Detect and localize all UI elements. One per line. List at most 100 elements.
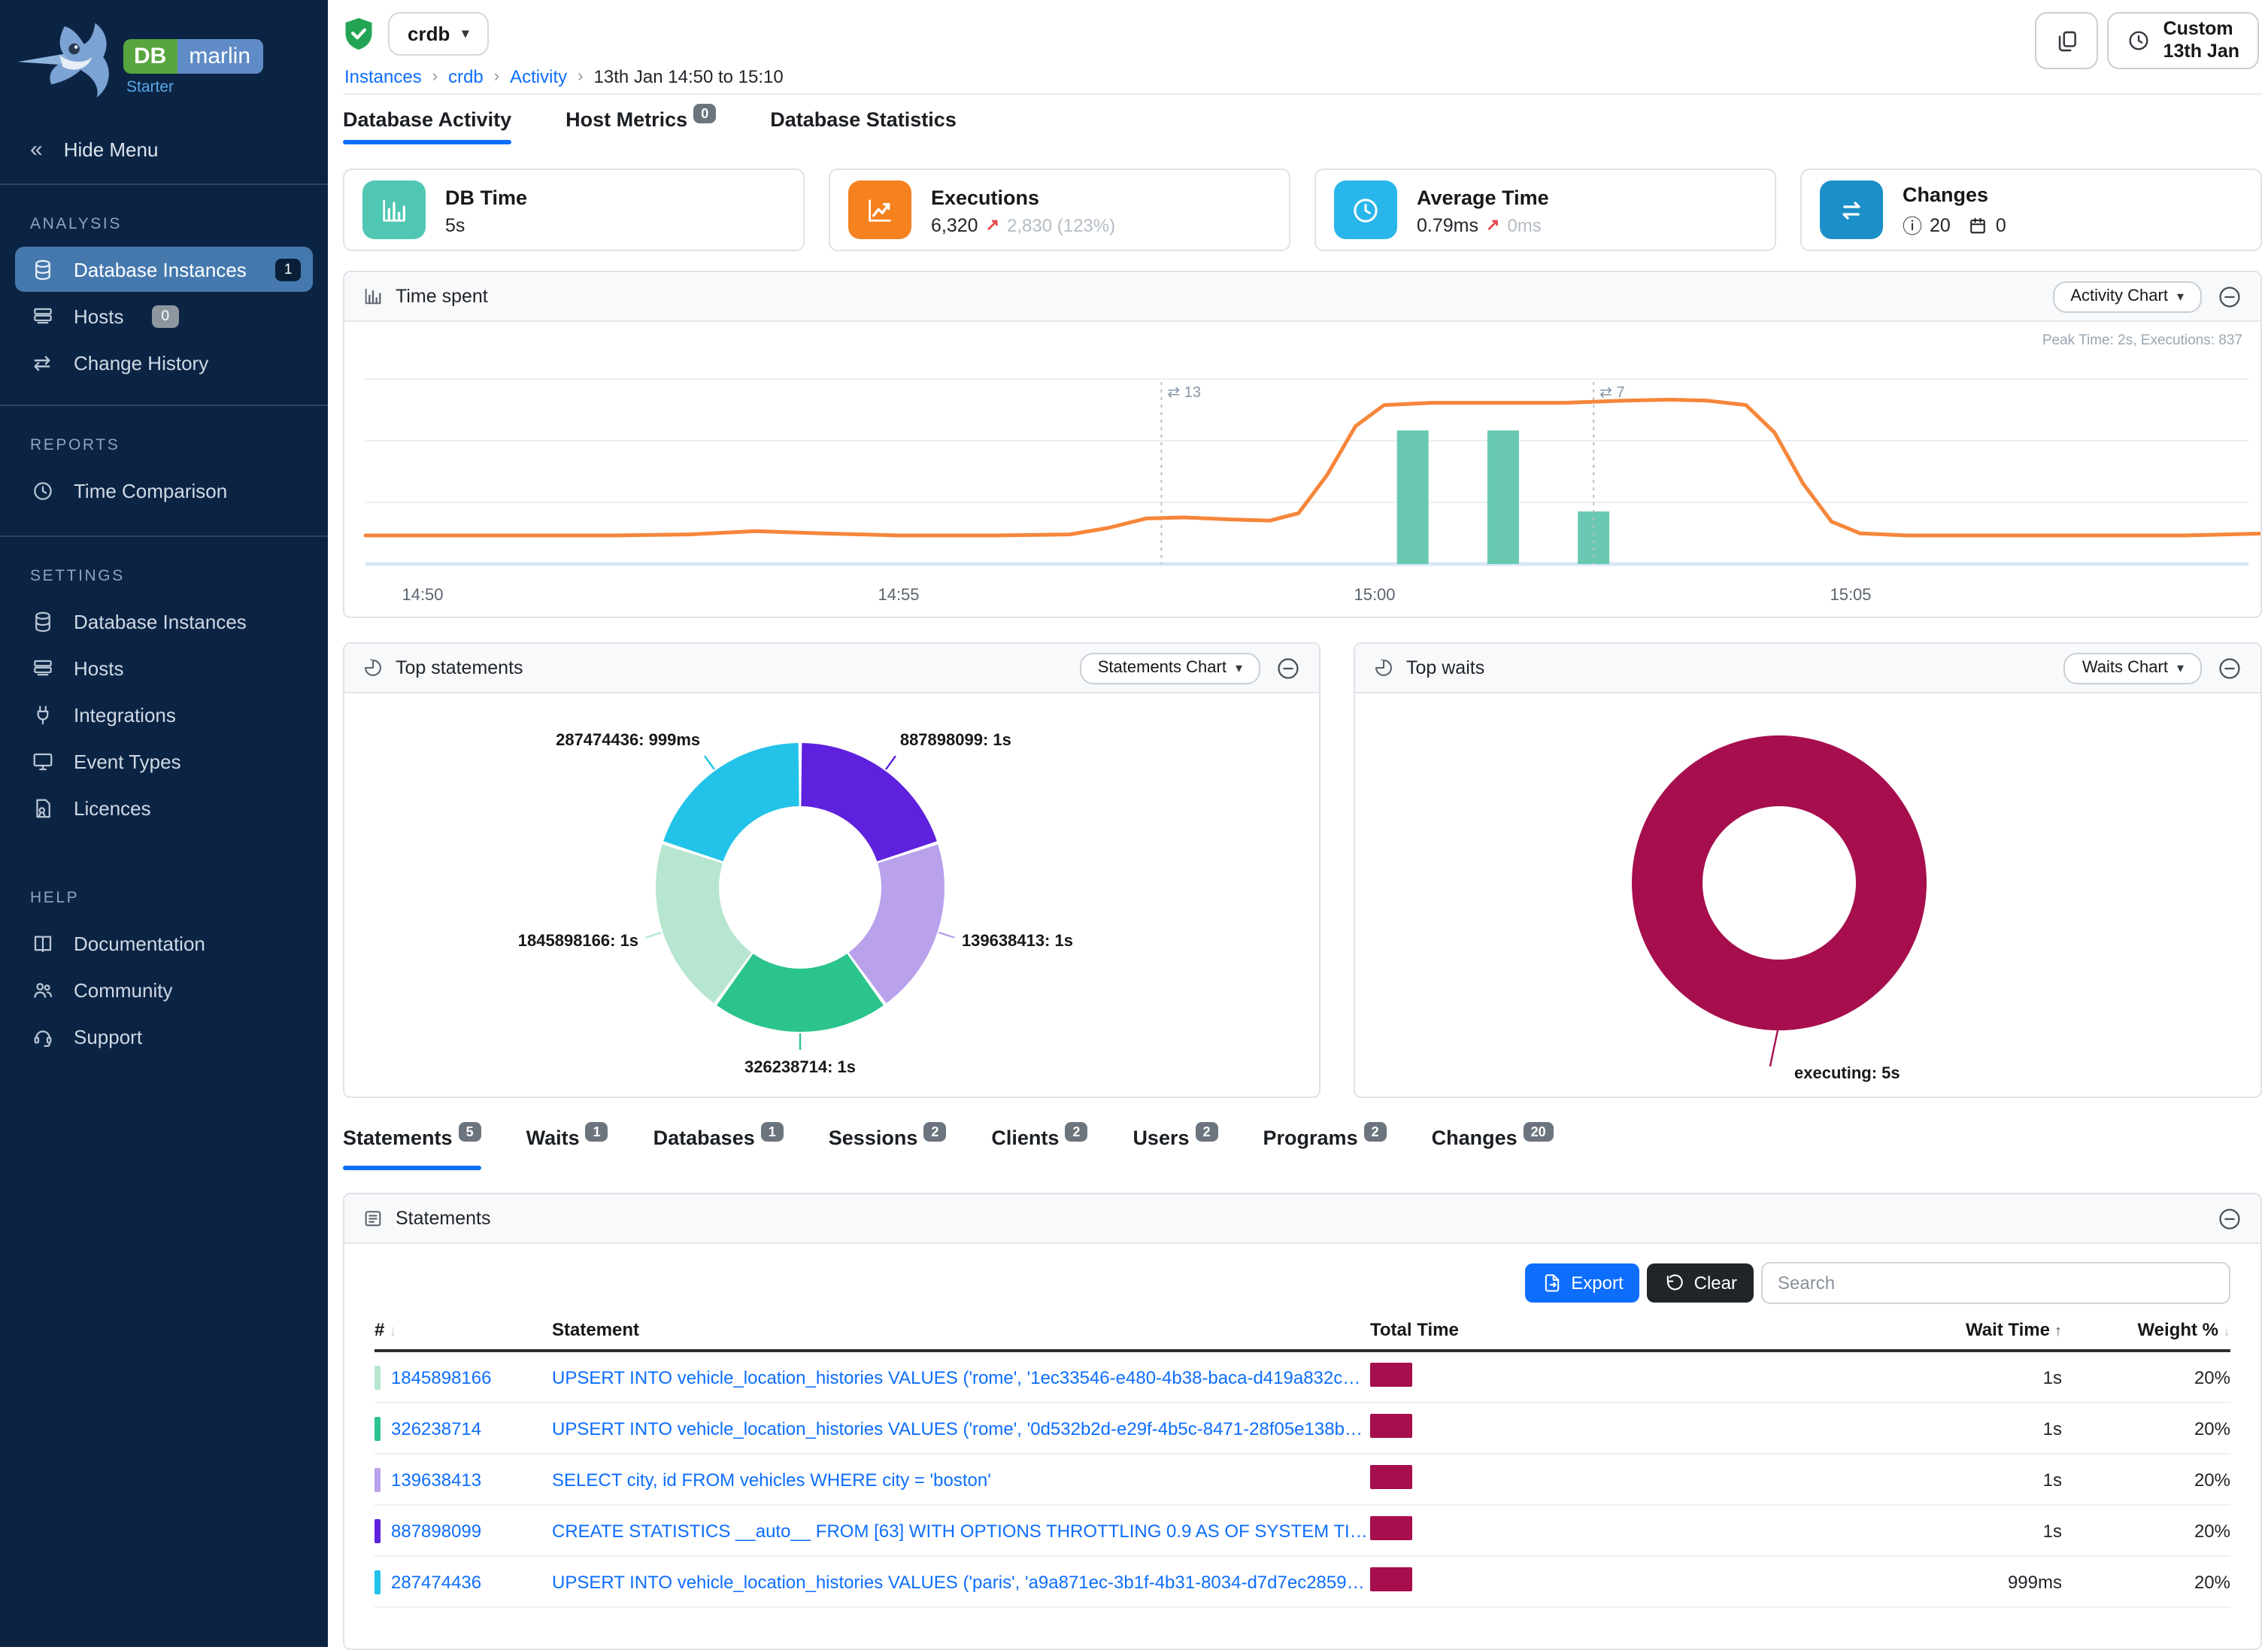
- card-value: 0.79ms: [1417, 214, 1478, 235]
- column-header-weight[interactable]: Weight %↓: [2062, 1319, 2230, 1340]
- brand: DB marlin Starter: [0, 0, 328, 119]
- sidebar-item-integrations[interactable]: Integrations: [15, 692, 313, 737]
- time-range-button[interactable]: Custom 13th Jan: [2108, 12, 2259, 69]
- top-waits-donut-chart[interactable]: executing: 5s: [1355, 693, 2259, 1101]
- wait-time-cell: 1s: [1689, 1469, 2062, 1490]
- sidebar-item-hosts[interactable]: Hosts 0: [15, 293, 313, 338]
- dbmarlin-app: DB marlin Starter « Hide Menu ANALYSIS D…: [0, 0, 2268, 1647]
- statement-link[interactable]: CREATE STATISTICS __auto__ FROM [63] WIT…: [552, 1520, 1370, 1541]
- statement-id-link[interactable]: 1845898166: [391, 1366, 492, 1388]
- sort-icon: ↓: [389, 1324, 396, 1340]
- card-executions: Executions 6,320 ↗ 2,830 (123%): [829, 168, 1290, 251]
- instance-selector-button[interactable]: crdb ▾: [388, 12, 488, 56]
- card-title: DB Time: [445, 184, 527, 215]
- sidebar-item-label: Change History: [74, 351, 208, 374]
- table-header: #↓ Statement Total Time Wait Time↑ Weigh…: [374, 1319, 2230, 1352]
- changes-schedule-count: 0: [1996, 214, 2006, 235]
- hide-menu-button[interactable]: « Hide Menu: [0, 119, 328, 184]
- time-spent-chart[interactable]: ⇄ 13⇄ 714:5014:5515:0015:05: [344, 322, 2260, 621]
- sidebar-item-database-instances-settings[interactable]: Database Instances: [15, 599, 313, 644]
- sidebar-item-change-history[interactable]: ⇄ Change History: [15, 340, 313, 385]
- total-time-bar: [1370, 1414, 1412, 1438]
- tab-programs[interactable]: Programs2: [1263, 1127, 1387, 1170]
- section-title: SETTINGS: [0, 546, 328, 597]
- breadcrumb-instances[interactable]: Instances: [344, 66, 422, 87]
- count-badge: 20: [1524, 1121, 1554, 1141]
- calendar-icon[interactable]: [1967, 214, 1988, 235]
- tab-host-metrics[interactable]: Host Metrics0: [565, 108, 716, 144]
- time-spent-chart-area: Peak Time: 2s, Executions: 837 ⇄ 13⇄ 714…: [344, 322, 2260, 621]
- people-icon: [30, 978, 54, 1002]
- breadcrumb-crdb[interactable]: crdb: [448, 66, 484, 87]
- tab-database-activity[interactable]: Database Activity: [343, 108, 511, 144]
- svg-text:887898099: 1s: 887898099: 1s: [900, 730, 1011, 749]
- weight-cell: 20%: [2062, 1520, 2230, 1541]
- main-tabs: Database Activity Host Metrics0 Database…: [343, 108, 2262, 149]
- tab-clients[interactable]: Clients2: [991, 1127, 1087, 1170]
- statement-id-link[interactable]: 139638413: [391, 1469, 481, 1490]
- monitor-icon: [30, 749, 54, 773]
- tab-database-statistics[interactable]: Database Statistics: [770, 108, 957, 144]
- collapse-panel-icon[interactable]: [2217, 655, 2242, 681]
- hide-menu-label: Hide Menu: [64, 138, 159, 161]
- count-badge: 1: [761, 1121, 784, 1141]
- breadcrumb-activity[interactable]: Activity: [510, 66, 567, 87]
- sidebar-item-hosts-settings[interactable]: Hosts: [15, 645, 313, 690]
- table-row: 287474436 UPSERT INTO vehicle_location_h…: [374, 1557, 2230, 1608]
- statement-link[interactable]: UPSERT INTO vehicle_location_histories V…: [552, 1366, 1370, 1388]
- brand-marlin: marlin: [177, 39, 262, 74]
- export-button[interactable]: Export: [1524, 1263, 1639, 1303]
- column-header-num[interactable]: #↓: [374, 1319, 552, 1340]
- statement-link[interactable]: SELECT city, id FROM vehicles WHERE city…: [552, 1469, 1370, 1490]
- sidebar-item-licences[interactable]: Licences: [15, 785, 313, 830]
- sidebar-item-event-types[interactable]: Event Types: [15, 739, 313, 784]
- svg-text:15:00: 15:00: [1354, 585, 1395, 604]
- copy-link-button[interactable]: [2036, 12, 2099, 69]
- statement-id-link[interactable]: 887898099: [391, 1520, 481, 1541]
- statement-link[interactable]: UPSERT INTO vehicle_location_histories V…: [552, 1571, 1370, 1592]
- statement-color-chip: [374, 1570, 381, 1594]
- column-header-wait-time[interactable]: Wait Time↑: [1689, 1319, 2062, 1340]
- tab-sessions[interactable]: Sessions2: [829, 1127, 947, 1170]
- collapse-panel-icon[interactable]: [1275, 655, 1301, 681]
- statements-chart-dropdown[interactable]: Statements Chart ▾: [1080, 652, 1260, 684]
- tab-databases[interactable]: Databases1: [653, 1127, 784, 1170]
- column-header-statement[interactable]: Statement: [552, 1319, 1370, 1340]
- tab-statements[interactable]: Statements5: [343, 1127, 481, 1170]
- activity-chart-dropdown[interactable]: Activity Chart ▾: [2052, 281, 2202, 312]
- svg-text:287474436: 999ms: 287474436: 999ms: [556, 730, 700, 749]
- sidebar-item-label: Community: [74, 978, 173, 1001]
- collapse-panel-icon[interactable]: [2217, 1206, 2242, 1231]
- clear-button[interactable]: Clear: [1648, 1263, 1754, 1303]
- statement-link[interactable]: UPSERT INTO vehicle_location_histories V…: [552, 1418, 1370, 1439]
- breadcrumb-separator: ›: [494, 68, 499, 86]
- card-db-time: DB Time 5s: [343, 168, 805, 251]
- svg-text:15:05: 15:05: [1830, 585, 1871, 604]
- shield-check-icon: [343, 17, 374, 51]
- tab-users[interactable]: Users2: [1132, 1127, 1217, 1170]
- time-spent-panel: Time spent Activity Chart ▾ Peak Time: 2…: [343, 271, 2262, 618]
- statement-id-link[interactable]: 326238714: [391, 1418, 481, 1439]
- search-input[interactable]: [1761, 1262, 2230, 1304]
- total-time-bar: [1370, 1465, 1412, 1489]
- breadcrumb-current: 13th Jan 14:50 to 15:10: [594, 66, 784, 87]
- card-average-time: Average Time 0.79ms ↗ 0ms: [1314, 168, 1776, 251]
- card-value: 5s: [445, 214, 465, 235]
- pie-chart-icon: [362, 657, 384, 678]
- sidebar-item-label: Database Instances: [74, 258, 247, 281]
- weight-cell: 20%: [2062, 1469, 2230, 1490]
- top-statements-donut-chart[interactable]: 887898099: 1s139638413: 1s326238714: 1s1…: [344, 693, 1319, 1101]
- panel-title: Top statements: [396, 657, 523, 678]
- sidebar-item-community[interactable]: Community: [15, 967, 313, 1012]
- tab-waits[interactable]: Waits1: [526, 1127, 608, 1170]
- sidebar-item-documentation[interactable]: Documentation: [15, 921, 313, 966]
- column-header-total-time[interactable]: Total Time: [1370, 1319, 1689, 1340]
- sidebar-item-support[interactable]: Support: [15, 1014, 313, 1059]
- tab-changes[interactable]: Changes20: [1432, 1127, 1554, 1170]
- statement-id-link[interactable]: 287474436: [391, 1571, 481, 1592]
- collapse-panel-icon[interactable]: [2217, 284, 2242, 309]
- info-icon[interactable]: ⓘ: [1903, 211, 1922, 239]
- sidebar-item-time-comparison[interactable]: Time Comparison: [15, 468, 313, 513]
- sidebar-item-database-instances[interactable]: Database Instances 1: [15, 247, 313, 292]
- waits-chart-dropdown[interactable]: Waits Chart ▾: [2064, 652, 2202, 684]
